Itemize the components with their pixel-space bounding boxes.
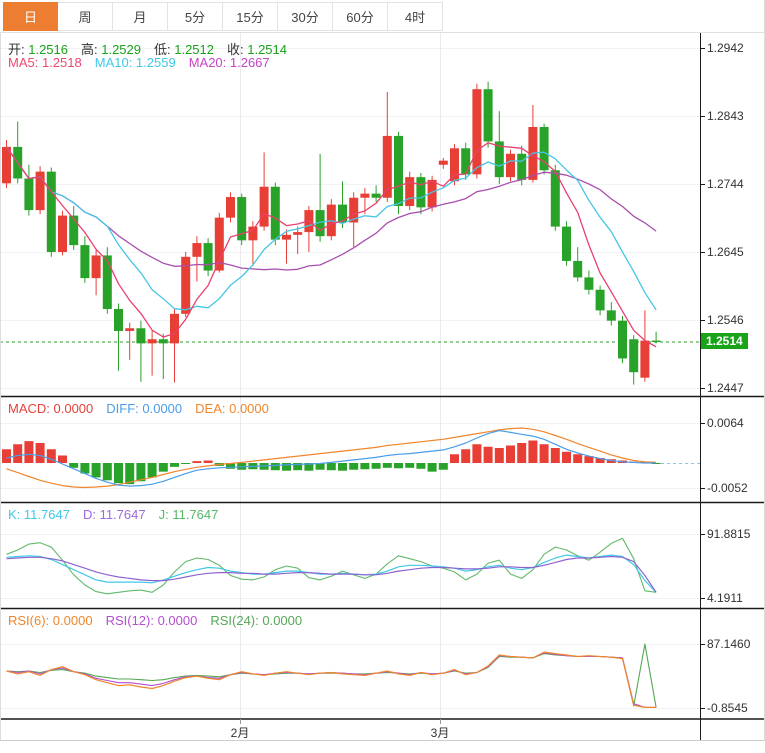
legend-value: 11.7647 <box>172 507 219 522</box>
tab-period-3[interactable]: 月 <box>113 2 168 31</box>
price-axis-label: 1.2744 <box>707 177 744 191</box>
kdj-readout-item: K: 11.7647 <box>8 507 70 522</box>
legend-value: 0.0000 <box>262 613 303 628</box>
legend-label: DEA: <box>195 401 230 416</box>
tab-period-4[interactable]: 5分 <box>168 2 223 31</box>
tab-period-2[interactable]: 周 <box>58 2 113 31</box>
rsi-readout-item: RSI(24): 0.0000 <box>210 613 302 628</box>
macd-readout-item: DEA: 0.0000 <box>195 401 269 416</box>
x-axis-month-label: 3月 <box>430 726 450 740</box>
ma-readout: MA5: 1.2518 MA10: 1.2559 MA20: 1.2667 <box>8 55 283 70</box>
rsi-axis-label: -0.8545 <box>707 701 748 715</box>
ma-readout-item: MA5: 1.2518 <box>8 55 82 70</box>
legend-value: 1.2667 <box>229 55 270 70</box>
price-axis-label: 1.2843 <box>707 109 744 123</box>
macd-readout-item: MACD: 0.0000 <box>8 401 93 416</box>
legend-label: MACD: <box>8 401 54 416</box>
tab-period-7[interactable]: 60分 <box>333 2 388 31</box>
rsi-readout-item: RSI(12): 0.0000 <box>106 613 198 628</box>
price-axis-label: 1.2645 <box>707 245 744 259</box>
legend-label: J: <box>158 507 173 522</box>
legend-value: 0.0000 <box>52 613 93 628</box>
legend-value: 1.2559 <box>135 55 176 70</box>
tab-period-6[interactable]: 30分 <box>278 2 333 31</box>
macd-axis-label: -0.0052 <box>707 481 748 495</box>
kline-chart-app: 日周月 5分 15分 30分 60分 4时 开: 1.2516 高: 1.2529 低: 1.… <box>0 0 765 753</box>
legend-label: DIFF: <box>106 401 143 416</box>
rsi-axis-label: 87.1460 <box>707 637 751 651</box>
tab-period-8[interactable]: 4时 <box>388 2 443 31</box>
ma-readout-item: MA20: 1.2667 <box>189 55 270 70</box>
period-tabbar: 日周月 5分 15分 30分 60分 4时 <box>3 2 443 31</box>
legend-value: 0.0000 <box>229 401 269 416</box>
legend-label: MA20: <box>188 55 230 70</box>
legend-value: 0.0000 <box>142 401 183 416</box>
tab-period-1[interactable]: 日 <box>3 2 58 31</box>
legend-label: D: <box>82 507 100 522</box>
kdj-readout-item: D: 11.7647 <box>83 507 146 522</box>
legend-label: RSI(6): <box>8 613 53 628</box>
chart-area[interactable] <box>0 0 765 753</box>
legend-label: RSI(12): <box>105 613 158 628</box>
rsi-readout-item: RSI(6): 0.0000 <box>8 613 93 628</box>
macd-readout: MACD: 0.0000 DIFF: 0.0000 DEA: 0.0000 <box>8 401 282 416</box>
ma-readout-item: MA10: 1.2559 <box>95 55 176 70</box>
kdj-axis-label: 91.8815 <box>707 527 751 541</box>
legend-value: 11.7647 <box>99 507 146 522</box>
x-axis-month-label: 2月 <box>230 726 250 740</box>
legend-label: MA5: <box>8 55 42 70</box>
legend-value: 11.7647 <box>23 507 70 522</box>
legend-value: 0.0000 <box>157 613 198 628</box>
rsi-readout: RSI(6): 0.0000 RSI(12): 0.0000 RSI(24): 0.… <box>8 613 315 628</box>
price-axis-label: 1.2447 <box>707 381 744 395</box>
chart-canvas[interactable] <box>0 0 765 753</box>
legend-label: K: <box>8 507 24 522</box>
legend-label: MA10: <box>94 55 136 70</box>
tab-period-5[interactable]: 15分 <box>223 2 278 31</box>
macd-axis-label: 0.0064 <box>707 416 744 430</box>
kdj-readout-item: J: 11.7647 <box>159 507 219 522</box>
kdj-axis-label: 4.1911 <box>707 591 743 605</box>
legend-value: 0.0000 <box>53 401 94 416</box>
kdj-readout: K: 11.7647 D: 11.7647 J: 11.7647 <box>8 507 231 522</box>
current-price-tag: 1.2514 <box>701 333 748 350</box>
legend-value: 1.2518 <box>41 55 82 70</box>
price-axis-label: 1.2942 <box>707 41 744 55</box>
legend-label: RSI(24): <box>210 613 263 628</box>
macd-readout-item: DIFF: 0.0000 <box>106 401 182 416</box>
price-axis-label: 1.2546 <box>707 313 744 327</box>
